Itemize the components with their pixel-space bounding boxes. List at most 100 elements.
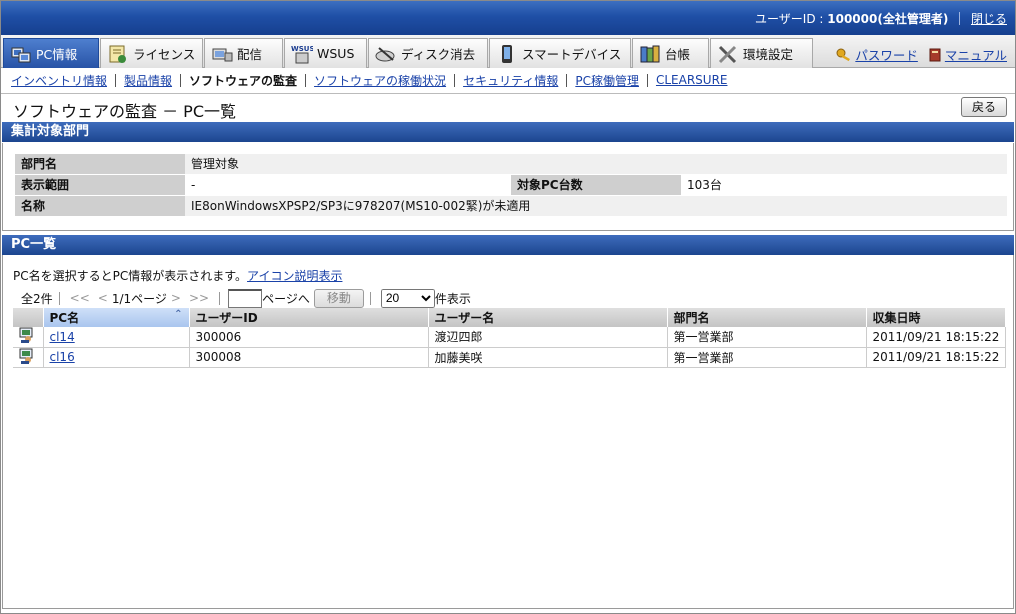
range-value: -	[185, 175, 511, 196]
page-title-bar: ソフトウェアの監査 － PC一覧 戻る	[1, 93, 1015, 121]
tab-settings[interactable]: 環境設定	[710, 38, 813, 68]
subnav-divider	[305, 73, 307, 87]
license-icon	[109, 45, 126, 63]
tab-label: WSUS	[317, 46, 355, 61]
tab-ledger[interactable]: 台帳	[632, 38, 709, 68]
prev-page-button[interactable]: <	[98, 291, 108, 305]
dept-value: 管理対象	[185, 154, 1007, 175]
tab-disk-erase[interactable]: ディスク消去	[368, 38, 488, 68]
tab-distribution[interactable]: 配信	[204, 38, 283, 68]
subnav-divider	[566, 73, 568, 87]
per-page-select[interactable]: 20	[380, 288, 435, 308]
key-icon	[836, 48, 851, 61]
name-row: 名称 IE8onWindowsXPSP2/SP3に978207(MS10-002…	[15, 196, 1007, 217]
tab-wsus[interactable]: WSUS WSUS	[284, 38, 367, 68]
page-title: ソフトウェアの監査 － PC一覧	[13, 102, 236, 121]
dept-row: 部門名 管理対象	[15, 154, 1007, 175]
ledger-icon	[640, 45, 660, 62]
user-id-label: ユーザーID :	[755, 12, 824, 26]
note-text: PC名を選択するとPC情報が表示されます。	[13, 269, 248, 283]
dept-summary: 部門名 管理対象 表示範囲 - 対象PC台数 103台 名称 IE8onWind…	[2, 143, 1014, 231]
move-button[interactable]: 移動	[313, 288, 364, 308]
pc-list-note: PC名を選択するとPC情報が表示されます。アイコン説明表示	[13, 267, 342, 284]
user-id-value: 100000(全社管理者)	[827, 12, 949, 26]
wsus-icon: WSUS	[291, 45, 313, 63]
subnav-security[interactable]: セキュリティ情報	[463, 72, 558, 89]
subnav-clearsure[interactable]: CLEARSURE	[656, 73, 728, 87]
page-info: 1/1ページ	[111, 291, 167, 306]
pager-divider	[58, 291, 60, 305]
column-header-pc-name[interactable]: PC名 ⌃	[43, 308, 190, 327]
tab-label: PC情報	[36, 47, 78, 62]
table-header-row: PC名 ⌃ ユーザーID ユーザー名 部門名 収集日時	[13, 308, 1006, 327]
subnav-software-audit: ソフトウェアの監査	[189, 73, 298, 88]
main-tab-bar: PC情報 ライセンス 配信 WSUS WSUS ディスク消去 スマートデバイス …	[1, 35, 1015, 68]
range-label: 表示範囲	[15, 175, 185, 196]
dept-cell: 第一営業部	[667, 347, 867, 368]
user-info: ユーザーID : 100000(全社管理者) 閉じる	[755, 10, 1007, 27]
subnav-inventory[interactable]: インベントリ情報	[11, 72, 107, 89]
pc-list-panel: PC名を選択するとPC情報が表示されます。アイコン説明表示 全2件 << < 1…	[2, 255, 1014, 609]
tab-label: ディスク消去	[401, 47, 476, 62]
password-link[interactable]: パスワード	[836, 45, 918, 64]
page-number-input[interactable]	[228, 288, 263, 308]
subnav-software-usage[interactable]: ソフトウェアの稼働状況	[314, 72, 446, 89]
settings-icon	[718, 45, 737, 63]
total-count: 全2件	[21, 291, 53, 306]
disk-erase-icon	[375, 46, 395, 61]
column-header-user-id[interactable]: ユーザーID	[189, 308, 429, 327]
name-label: 名称	[15, 196, 185, 217]
back-button[interactable]: 戻る	[961, 97, 1007, 117]
user-name-cell: 加藤美咲	[428, 347, 668, 368]
column-header-dept[interactable]: 部門名	[667, 308, 867, 327]
pc-name-link[interactable]: cl14	[50, 330, 75, 344]
tab-license[interactable]: ライセンス	[100, 38, 203, 68]
range-row: 表示範囲 - 対象PC台数 103台	[15, 175, 1007, 196]
target-pc-value: 103台	[681, 175, 1007, 196]
manual-link[interactable]: マニュアル	[928, 45, 1007, 64]
tab-label: 配信	[237, 47, 263, 62]
tab-label: ライセンス	[133, 47, 196, 62]
subnav-product[interactable]: 製品情報	[124, 72, 172, 89]
table-row: cl16 300008 加藤美咲 第一営業部 2011/09/21 18:15:…	[13, 347, 1006, 368]
column-header-user-name[interactable]: ユーザー名	[428, 308, 668, 327]
collected-at-cell: 2011/09/21 18:15:22	[866, 327, 1006, 348]
column-header-collected-at[interactable]: 収集日時	[866, 308, 1006, 327]
top-header: ユーザーID : 100000(全社管理者) 閉じる	[1, 1, 1015, 35]
subnav-pc-operation[interactable]: PC稼働管理	[575, 72, 639, 89]
tab-smart-device[interactable]: スマートデバイス	[489, 38, 631, 68]
dept-section-heading: 集計対象部門	[2, 122, 1014, 142]
collected-at-cell: 2011/09/21 18:15:22	[866, 347, 1006, 368]
icon-legend-link[interactable]: アイコン説明表示	[247, 269, 342, 283]
table-row: cl14 300006 渡辺四郎 第一営業部 2011/09/21 18:15:…	[13, 327, 1006, 348]
sort-ascending-icon: ⌃	[174, 309, 183, 320]
pc-list-heading: PC一覧	[2, 235, 1014, 255]
pc-table: PC名 ⌃ ユーザーID ユーザー名 部門名 収集日時 cl14 300006 …	[13, 308, 1006, 368]
subnav-divider	[646, 73, 648, 87]
row-icon-cell	[13, 327, 44, 348]
pc-user-icon	[19, 327, 33, 344]
svg-text:WSUS: WSUS	[291, 45, 313, 53]
first-page-button[interactable]: <<	[70, 291, 90, 305]
pager-divider	[219, 291, 221, 305]
pc-name-link[interactable]: cl16	[50, 350, 75, 364]
pc-icon	[11, 47, 31, 62]
tab-pc-info[interactable]: PC情報	[3, 38, 99, 68]
header-divider	[959, 12, 961, 25]
sub-nav: インベントリ情報 製品情報 ソフトウェアの監査 ソフトウェアの稼働状況 セキュリ…	[1, 69, 1015, 91]
close-link[interactable]: 閉じる	[971, 12, 1007, 26]
goto-page-label: ページへ	[262, 291, 310, 306]
smart-device-icon	[502, 44, 512, 63]
last-page-button[interactable]: >>	[189, 291, 209, 305]
tab-label: 環境設定	[743, 47, 794, 62]
dept-label: 部門名	[15, 154, 185, 175]
user-name-cell: 渡辺四郎	[428, 327, 668, 348]
book-icon	[929, 48, 941, 61]
name-value: IE8onWindowsXPSP2/SP3に978207(MS10-002緊)が…	[185, 196, 1007, 217]
next-page-button[interactable]: >	[171, 291, 181, 305]
subnav-divider	[454, 73, 456, 87]
user-id-cell: 300006	[189, 327, 429, 348]
app-window: ユーザーID : 100000(全社管理者) 閉じる PC情報 ライセンス 配信…	[0, 0, 1016, 614]
tab-label: 台帳	[665, 47, 691, 62]
subnav-divider	[180, 73, 182, 87]
